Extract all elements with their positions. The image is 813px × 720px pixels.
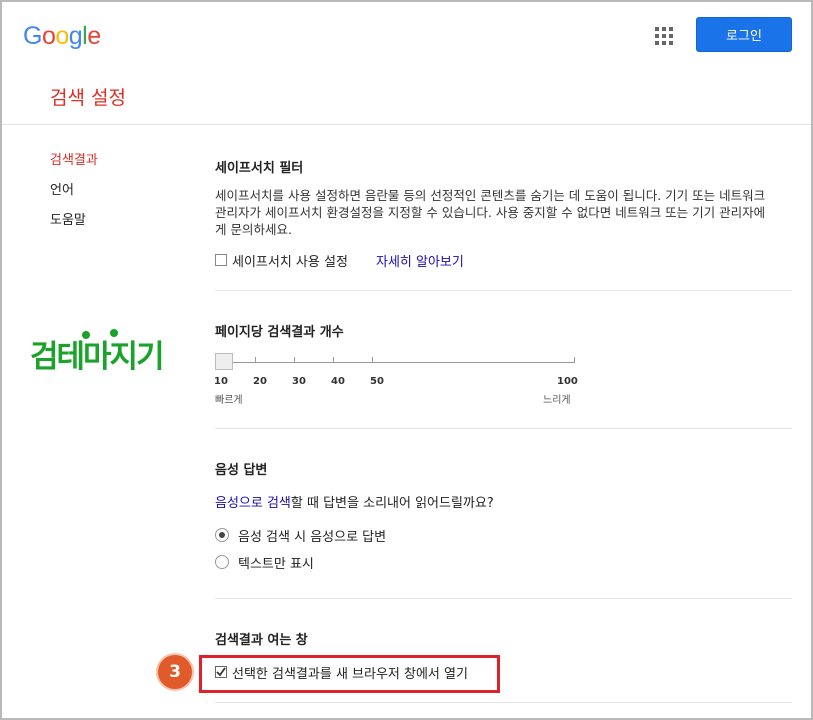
results-slider-handle[interactable] <box>215 353 233 370</box>
header-divider <box>2 124 811 125</box>
slider-tick-label: 10 <box>214 376 228 387</box>
sidebar-nav: 검색결과 언어 도움말 <box>50 151 98 241</box>
slider-tick-label: 40 <box>331 376 345 387</box>
logo-letter: o <box>55 22 69 50</box>
slider-fast-label: 빠르게 <box>215 395 243 406</box>
voice-answer-radio[interactable] <box>215 528 229 542</box>
results-slider-track[interactable] <box>222 362 575 363</box>
logo-letter: g <box>68 22 83 50</box>
section-divider <box>215 702 792 703</box>
page-title: 검색 설정 <box>50 87 126 109</box>
flower-icon <box>82 331 90 339</box>
logo-letter: e <box>87 22 101 50</box>
safesearch-title: 세이프서치 필터 <box>215 161 304 176</box>
slider-tick <box>255 357 256 363</box>
slider-tick <box>372 357 373 363</box>
slider-tick-label: 100 <box>557 376 578 387</box>
learn-more-link[interactable]: 자세히 알아보기 <box>376 251 464 270</box>
results-per-page-title: 페이지당 검색결과 개수 <box>215 325 344 340</box>
sidebar-item-help[interactable]: 도움말 <box>50 211 98 241</box>
logo-letter: o <box>41 22 56 50</box>
sidebar-item-search-results[interactable]: 검색결과 <box>50 151 98 181</box>
safesearch-description: 세이프서치를 사용 설정하면 음란물 등의 선정적인 콘텐츠를 숨기는 데 도움… <box>215 188 766 237</box>
safesearch-checkbox-label[interactable]: 세이프서치 사용 설정 <box>232 251 348 270</box>
safesearch-checkbox[interactable] <box>215 254 227 266</box>
google-logo[interactable]: Google <box>23 22 101 51</box>
watermark-sticker: 검테마지기 검테마지기 <box>28 329 167 375</box>
highlight-box <box>199 655 500 693</box>
voice-question: 음성으로 검색할 때 답변을 소리내어 읽어드릴까요? <box>215 492 494 511</box>
slider-tick <box>333 357 334 363</box>
login-button[interactable]: 로그인 <box>696 17 792 52</box>
slider-slow-label: 느리게 <box>543 395 571 406</box>
text-only-radio-label[interactable]: 텍스트만 표시 <box>238 553 314 572</box>
voice-question-text: 할 때 답변을 소리내어 읽어드릴까요? <box>290 496 494 511</box>
voice-search-link[interactable]: 음성으로 검색 <box>215 496 291 511</box>
slider-tick <box>294 357 295 363</box>
apps-grid-icon[interactable] <box>655 27 673 45</box>
slider-tick <box>574 357 575 363</box>
section-divider <box>215 290 792 291</box>
logo-letter: G <box>23 22 42 50</box>
open-window-title: 검색결과 여는 창 <box>215 633 308 648</box>
slider-tick-label: 30 <box>292 376 306 387</box>
flower-icon <box>110 329 118 337</box>
slider-tick-label: 20 <box>253 376 267 387</box>
section-divider <box>215 428 792 429</box>
sidebar-item-language[interactable]: 언어 <box>50 181 98 211</box>
section-divider <box>215 598 792 599</box>
svg-text:검테마지기: 검테마지기 <box>30 339 163 375</box>
voice-answer-radio-label[interactable]: 음성 검색 시 음성으로 답변 <box>238 526 386 545</box>
slider-tick-label: 50 <box>370 376 384 387</box>
text-only-radio[interactable] <box>215 555 229 569</box>
step-badge: 3 <box>158 655 192 689</box>
voice-answers-title: 음성 답변 <box>215 463 268 478</box>
